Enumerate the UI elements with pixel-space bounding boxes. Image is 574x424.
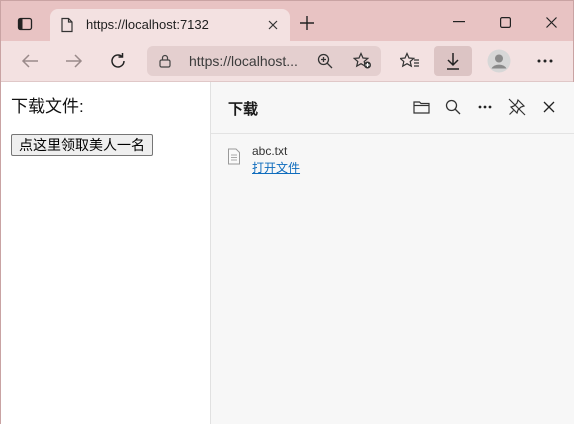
page-icon	[60, 17, 74, 38]
close-tab-icon[interactable]	[264, 16, 282, 34]
browser-window: https://localhost:7132 https://localhost…	[0, 0, 574, 424]
folder-icon[interactable]	[410, 96, 432, 118]
downloads-header: 下载	[211, 82, 574, 134]
refresh-icon	[111, 53, 125, 68]
file-icon	[227, 148, 241, 170]
browser-tab[interactable]: https://localhost:7132	[50, 9, 290, 41]
toolbar: https://localhost...	[1, 41, 573, 82]
url-text[interactable]: https://localhost...	[189, 53, 298, 69]
address-bar[interactable]: https://localhost...	[147, 46, 381, 76]
arrow-right-icon	[66, 54, 83, 68]
minimize-icon	[453, 21, 465, 23]
download-icon[interactable]	[434, 46, 472, 76]
download-file-name[interactable]: abc.txt	[252, 144, 287, 158]
downloads-title: 下载	[228, 101, 259, 118]
close-icon	[545, 16, 557, 28]
open-file-link[interactable]: 打开文件	[252, 159, 300, 176]
search-icon[interactable]	[442, 96, 464, 118]
plus-icon	[300, 16, 314, 30]
tab-actions-icon[interactable]	[11, 10, 39, 38]
lock-icon[interactable]	[159, 54, 171, 73]
close-window-button[interactable]	[541, 13, 561, 31]
title-bar: https://localhost:7132	[1, 1, 573, 41]
download-item[interactable]: abc.txt 打开文件	[225, 144, 555, 180]
favorites-icon[interactable]	[396, 47, 424, 75]
maximize-button[interactable]	[495, 13, 515, 31]
page-heading: 下载文件:	[11, 97, 84, 116]
refresh-button[interactable]	[106, 49, 130, 73]
more-options-icon[interactable]	[474, 96, 496, 118]
downloads-panel: 下载 abc.txt 打开文件	[210, 82, 574, 424]
page-content: 下载文件: 点这里领取美人一名	[1, 82, 210, 424]
back-button[interactable]	[18, 49, 42, 73]
claim-button[interactable]: 点这里领取美人一名	[11, 134, 153, 156]
minimize-button[interactable]	[449, 13, 469, 31]
more-icon[interactable]	[531, 47, 559, 75]
tab-title: https://localhost:7132	[86, 17, 209, 32]
zoom-in-icon[interactable]	[317, 53, 333, 74]
unpin-icon[interactable]	[506, 96, 528, 118]
profile-icon[interactable]	[485, 47, 513, 75]
new-tab-button[interactable]	[297, 13, 317, 33]
star-plus-icon[interactable]	[352, 52, 373, 75]
arrow-left-icon	[21, 54, 38, 68]
forward-button[interactable]	[62, 49, 86, 73]
close-panel-icon[interactable]	[538, 96, 560, 118]
maximize-icon	[499, 16, 511, 28]
